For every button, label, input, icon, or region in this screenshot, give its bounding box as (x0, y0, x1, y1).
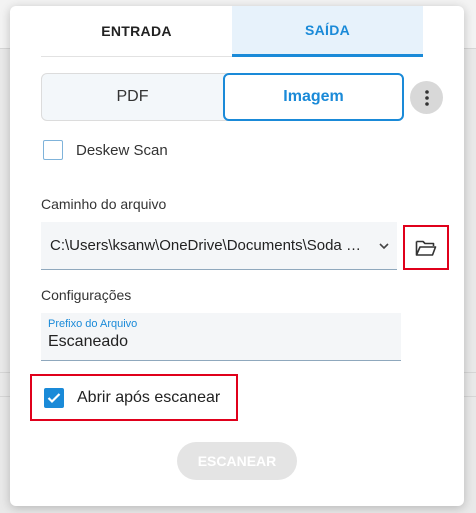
deskew-label: Deskew Scan (76, 141, 168, 159)
more-options-button[interactable] (410, 81, 443, 114)
folder-open-icon (415, 240, 437, 256)
scan-button[interactable]: ESCANEAR (177, 442, 297, 480)
open-after-scan-label: Abrir após escanear (77, 388, 221, 406)
tab-entrada[interactable]: ENTRADA (41, 6, 232, 57)
pdf-option-button[interactable]: PDF (42, 73, 223, 121)
deskew-option: Deskew Scan (43, 140, 168, 160)
more-vertical-icon (424, 89, 429, 106)
open-after-scan-checkbox[interactable] (44, 387, 64, 408)
check-icon (47, 392, 61, 403)
file-prefix-input[interactable]: Escaneado (48, 333, 128, 351)
deskew-checkbox[interactable] (43, 140, 63, 160)
scan-settings-panel: ENTRADA SAÍDA PDF Imagem Deskew Scan Cam… (10, 6, 464, 506)
open-after-scan-option: Abrir após escanear (30, 374, 238, 421)
file-path-value: C:\Users\ksanw\OneDrive\Documents\Soda P… (50, 237, 370, 254)
image-option-button[interactable]: Imagem (223, 73, 404, 121)
output-type-toggle: PDF Imagem (41, 73, 404, 121)
tab-saida[interactable]: SAÍDA (232, 6, 423, 57)
file-prefix-field[interactable]: Prefixo do Arquivo Escaneado (41, 313, 401, 361)
config-label: Configurações (41, 287, 132, 303)
tab-bar: ENTRADA SAÍDA (41, 6, 423, 57)
file-prefix-label: Prefixo do Arquivo (48, 318, 138, 330)
file-path-select[interactable]: C:\Users\ksanw\OneDrive\Documents\Soda P… (41, 222, 397, 270)
browse-folder-button[interactable] (403, 225, 449, 270)
file-path-label: Caminho do arquivo (41, 196, 167, 212)
chevron-down-icon (379, 243, 389, 250)
